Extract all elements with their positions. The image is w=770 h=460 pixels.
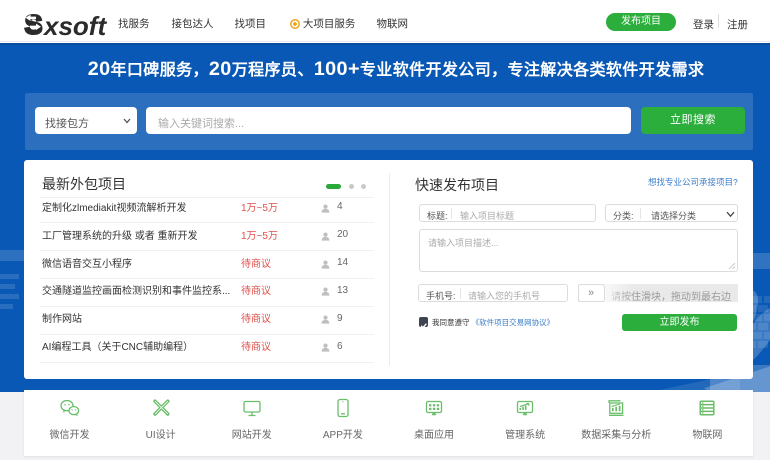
svg-text:xsoft: xsoft: [42, 11, 107, 39]
svg-text:S: S: [25, 10, 42, 40]
